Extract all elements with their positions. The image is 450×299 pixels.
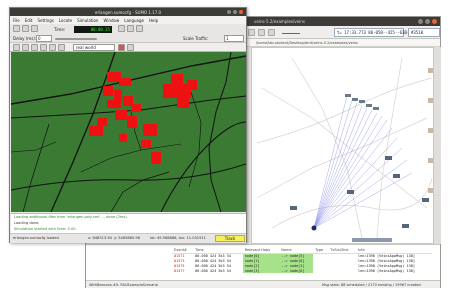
open-file-icon[interactable] [13, 25, 20, 32]
run-button[interactable] [248, 29, 255, 36]
vehicle-node[interactable] [352, 238, 392, 242]
message-window: Loading additional-files from 'erlangen.… [11, 213, 246, 233]
sim-time-display: t= 17:33.773 86-050--425--630-405 [334, 28, 416, 37]
time-label: Time: [54, 27, 66, 32]
stop-button[interactable] [268, 29, 275, 36]
locate-vehicle-icon[interactable] [40, 44, 47, 51]
message-line: Simulation started with time: 0.00. [14, 227, 77, 231]
menu-window[interactable]: Window [103, 18, 119, 23]
network-graph [256, 57, 433, 242]
minimize-icon[interactable] [418, 19, 423, 24]
event-log-pane: Event# Time Relevant Hops Name Type TxSr… [86, 244, 440, 280]
delay-label: Delay (ms): [13, 36, 37, 41]
menu-simulation[interactable]: Simulation [77, 18, 98, 23]
sumo-toolbar-secondary: Delay (ms): 0 Scale Traffic: 1 [10, 34, 246, 43]
table-row[interactable]: #1573 86.050 424 5k3 54 node[1] --> node… [172, 258, 432, 263]
sumo-statusbar: erlangen.sumocfg loaded x: 848513.94 y: … [10, 233, 246, 243]
lat-lon-coordinate: lat: 49.568886, lon: 11.031911 [150, 236, 206, 240]
network-canvas[interactable] [251, 47, 434, 244]
event-cell: #1577 [174, 268, 185, 273]
sumo-map-view[interactable] [11, 52, 246, 212]
src-cell: node[3] [242, 268, 280, 273]
omnet-window-controls [418, 19, 437, 24]
stop-icon[interactable] [127, 25, 134, 32]
fast-run-button[interactable] [258, 29, 265, 36]
sumo-window-title: erlangen.sumocfg - SUMO 1.17.0 [94, 10, 162, 15]
status-msg-stats: Msg stats: 88 scheduled / 2170 existing … [322, 283, 421, 287]
time-cell: 86.050 424 5k3 54 [195, 268, 231, 273]
settings-icon[interactable] [127, 44, 134, 51]
palette-icon[interactable] [58, 44, 65, 51]
table-row[interactable]: #1571 86.050 424 5k3 54 node[0] --> node… [172, 253, 432, 258]
table-row[interactable]: #1577 86.050 424 5k3 54 node[3] --> node… [172, 268, 432, 273]
delay-slider[interactable] [55, 38, 97, 40]
module-path: /home/lab-student/Desktop/dmt/veins-5.2/… [256, 41, 358, 45]
maximize-icon[interactable] [233, 10, 237, 14]
close-icon[interactable] [432, 19, 437, 24]
table-row[interactable]: #1575 86.050 424 5k3 54 node[2] --> node… [172, 263, 432, 268]
maximize-icon[interactable] [425, 19, 430, 24]
loaded-file-status: erlangen.sumocfg loaded [13, 236, 59, 240]
info-cell: len=1398 (VeinsAppMsg) 138] [358, 268, 415, 273]
recenter-icon[interactable] [13, 44, 20, 51]
vehicle-node[interactable] [422, 198, 429, 202]
menu-locate[interactable]: Locate [59, 18, 72, 23]
obstacles [428, 68, 433, 193]
vehicle-node[interactable] [393, 174, 400, 178]
dst-cell: --> node[6] [279, 268, 314, 273]
color-scheme-select[interactable]: real world [73, 44, 115, 51]
txsrc-cell [328, 268, 356, 273]
save-icon[interactable] [31, 25, 38, 32]
type-cell [313, 268, 328, 273]
menu-language[interactable]: Language [124, 18, 144, 23]
close-icon[interactable] [239, 10, 243, 14]
status-run-info: WithBeacons #0: RSUExampleScenario [89, 283, 158, 287]
sumo-menubar: File Edit Settings Locate Simulation Win… [10, 16, 246, 24]
roads [11, 52, 246, 212]
sumo-window: erlangen.sumocfg - SUMO 1.17.0 File Edit… [9, 7, 247, 243]
locate-edge-icon[interactable] [31, 44, 38, 51]
road-network-map [11, 52, 246, 212]
minimize-icon[interactable] [227, 10, 231, 14]
y-coordinate: y: 5465865.96 [114, 236, 140, 240]
vehicle-node[interactable] [347, 190, 354, 194]
sumo-toolbar-primary: Time: 00:00:35 [10, 24, 246, 34]
rsu-node[interactable] [311, 225, 317, 231]
track-button[interactable]: Track [215, 235, 245, 242]
vehicle-node[interactable] [402, 224, 409, 228]
canvas-vertical-scrollbar[interactable] [434, 47, 441, 244]
x-coordinate: x: 848513.94 [88, 236, 112, 240]
event-log-table: Event# Time Relevant Hops Name Type TxSr… [172, 248, 432, 273]
view-toolbar: real world [10, 43, 246, 52]
time-display: 00:00:35 [74, 26, 112, 33]
scale-traffic-label: Scale Traffic: [183, 36, 209, 41]
node-cluster [345, 94, 379, 110]
vehicle-node[interactable] [290, 206, 297, 210]
step-icon[interactable] [136, 25, 143, 32]
event-number-display: #3510 [408, 28, 440, 37]
stop-sign-icon[interactable] [118, 44, 125, 51]
message-line: Loading done. [14, 221, 40, 225]
sumo-titlebar[interactable]: erlangen.sumocfg - SUMO 1.17.0 [10, 8, 246, 16]
play-icon[interactable] [118, 25, 125, 32]
reload-icon[interactable] [22, 25, 29, 32]
menu-settings[interactable]: Settings [37, 18, 53, 23]
menu-help[interactable]: Help [149, 18, 158, 23]
speed-slider[interactable] [282, 33, 300, 34]
menu-file[interactable]: File [13, 18, 20, 23]
delay-input[interactable]: 0 [36, 35, 52, 42]
menu-edit[interactable]: Edit [25, 18, 33, 23]
omnet-window-title: veins-5.2/examples/veins [254, 19, 305, 24]
scale-traffic-input[interactable]: 1 [224, 35, 244, 42]
omnet-statusbar: WithBeacons #0: RSUExampleScenario Msg s… [86, 280, 440, 288]
sumo-window-controls [227, 10, 243, 14]
locate-poi-icon[interactable] [49, 44, 56, 51]
message-line: Loading additional-files from 'erlangen.… [14, 215, 128, 219]
radio-links [313, 95, 413, 229]
vehicle-node[interactable] [385, 156, 392, 160]
locate-junction-icon[interactable] [22, 44, 29, 51]
